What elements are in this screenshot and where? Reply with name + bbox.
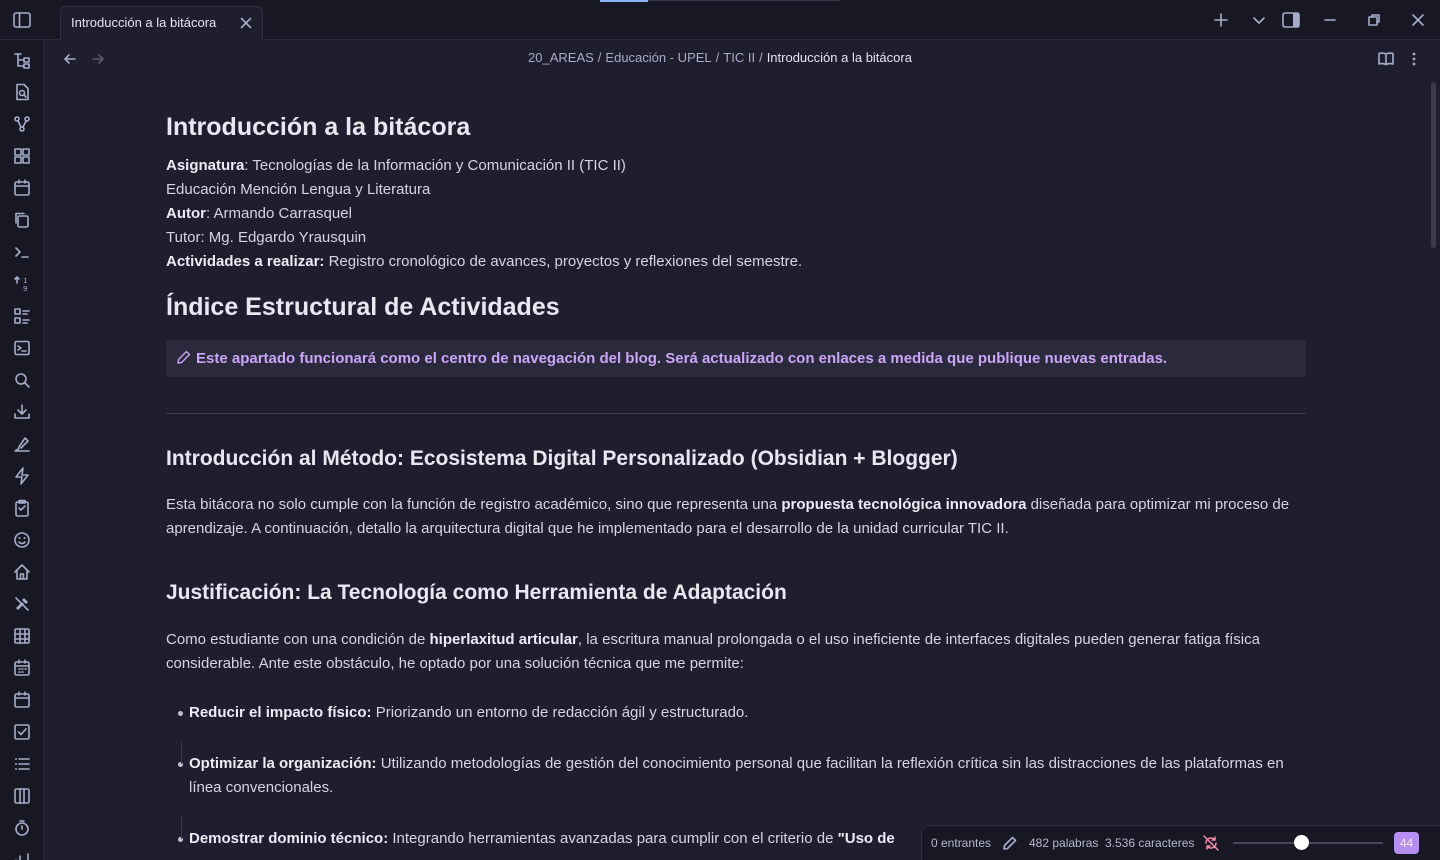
reading-view-icon[interactable] bbox=[1376, 49, 1396, 69]
forward-arrow-icon[interactable] bbox=[88, 49, 108, 69]
note-metadata: Asignatura: Tecnologías de la Informació… bbox=[166, 154, 1306, 274]
files-icon[interactable] bbox=[12, 50, 32, 70]
sidebar-toggle-icon[interactable] bbox=[12, 10, 32, 30]
list-guide bbox=[181, 742, 182, 764]
minimize-icon[interactable] bbox=[1320, 10, 1340, 30]
close-icon[interactable] bbox=[238, 15, 254, 31]
right-sidebar-toggle-icon[interactable] bbox=[1281, 10, 1301, 30]
console-icon[interactable] bbox=[12, 338, 32, 358]
scrollbar[interactable] bbox=[1431, 82, 1436, 248]
calendar-grid-icon[interactable] bbox=[12, 658, 32, 678]
checkbox-icon[interactable] bbox=[12, 722, 32, 742]
calendar-icon[interactable] bbox=[12, 178, 32, 198]
method-heading: Introducción al Método: Ecosistema Digit… bbox=[166, 447, 958, 470]
char-count: 3.536 caracteres bbox=[1105, 836, 1195, 850]
justification-heading: Justificación: La Tecnología como Herram… bbox=[166, 581, 787, 604]
edit-pencil-icon[interactable] bbox=[1002, 835, 1018, 851]
tab-title: Introducción a la bitácora bbox=[71, 15, 217, 30]
index-heading: Índice Estructural de Actividades bbox=[166, 293, 560, 321]
clipboard-icon[interactable] bbox=[12, 498, 32, 518]
callout: Este apartado funcionará como el centro … bbox=[166, 340, 1306, 377]
tools-icon[interactable] bbox=[12, 594, 32, 614]
brush-icon[interactable] bbox=[12, 434, 32, 454]
list-item: Reducir el impacto físico: Priorizando u… bbox=[166, 701, 1306, 725]
timer-icon[interactable] bbox=[12, 818, 32, 838]
grid-icon[interactable] bbox=[12, 146, 32, 166]
zoom-value-badge: 44 bbox=[1394, 832, 1419, 854]
divider bbox=[166, 413, 1306, 414]
breadcrumb-separator: / bbox=[597, 50, 602, 65]
lightning-icon[interactable] bbox=[12, 466, 32, 486]
breadcrumb-separator: / bbox=[715, 50, 720, 65]
zoom-slider-handle[interactable] bbox=[1293, 835, 1309, 850]
breadcrumb-current[interactable]: Introducción a la bitácora bbox=[767, 50, 912, 65]
indicator-track bbox=[648, 0, 840, 1]
meta-line: Autor: Armando Carrasquel bbox=[166, 205, 352, 222]
note-content: Introducción a la bitácora Asignatura: T… bbox=[166, 108, 1306, 851]
search-icon[interactable] bbox=[12, 370, 32, 390]
callout-text: Este apartado funcionará como el centro … bbox=[196, 350, 1168, 367]
bullet-dot bbox=[178, 711, 183, 716]
list-item: Optimizar la organización: Utilizando me… bbox=[166, 752, 1306, 800]
pencil-icon bbox=[176, 349, 192, 365]
restore-icon[interactable] bbox=[1364, 10, 1384, 30]
meta-line: Actividades a realizar: Registro cronoló… bbox=[166, 253, 803, 270]
sort-icon[interactable]: 19 bbox=[12, 274, 32, 294]
svg-text:1: 1 bbox=[23, 277, 27, 285]
meta-line: Tutor: Mg. Edgardo Yrausquin bbox=[166, 229, 367, 246]
note-title: Introducción a la bitácora bbox=[166, 113, 471, 141]
breadcrumb-item[interactable]: 20_AREAS bbox=[528, 50, 594, 65]
word-count: 482 palabras bbox=[1029, 836, 1099, 850]
download-icon[interactable] bbox=[12, 402, 32, 422]
active-indicator bbox=[600, 0, 648, 2]
smile-icon[interactable] bbox=[12, 530, 32, 550]
left-ribbon: 19 bbox=[0, 40, 44, 860]
graph-icon[interactable] bbox=[12, 114, 32, 134]
sync-off-icon[interactable] bbox=[1202, 834, 1220, 852]
table-icon[interactable] bbox=[12, 626, 32, 646]
svg-text:9: 9 bbox=[23, 285, 27, 293]
meta-line: Asignatura: Tecnologías de la Informació… bbox=[166, 157, 626, 174]
tab-active[interactable]: Introducción a la bitácora bbox=[60, 6, 263, 40]
breadcrumb: 20_AREAS / Educación - UPEL / TIC II / Introdu… bbox=[0, 50, 1440, 65]
backlinks-count[interactable]: 0 entrantes bbox=[931, 836, 991, 850]
more-options-icon[interactable] bbox=[1404, 49, 1424, 69]
breadcrumb-separator: / bbox=[759, 50, 763, 65]
list-guide bbox=[181, 817, 182, 839]
columns-icon[interactable] bbox=[12, 786, 32, 806]
list-ordered-icon[interactable] bbox=[12, 754, 32, 774]
search-file-icon[interactable] bbox=[12, 82, 32, 102]
method-paragraph: Esta bitácora no solo cumple con la func… bbox=[166, 496, 1290, 537]
chevron-down-icon[interactable] bbox=[1249, 10, 1269, 30]
breadcrumb-item[interactable]: Educación - UPEL bbox=[605, 50, 711, 65]
copy-icon[interactable] bbox=[12, 210, 32, 230]
home-icon[interactable] bbox=[12, 562, 32, 582]
back-arrow-icon[interactable] bbox=[60, 49, 80, 69]
justification-paragraph: Como estudiante con una condición de hip… bbox=[166, 631, 1260, 672]
title-bar: Introducción a la bitácora bbox=[0, 0, 1440, 40]
new-tab-icon[interactable] bbox=[1211, 10, 1231, 30]
status-bar: 0 entrantes 482 palabras 3.536 caractere… bbox=[921, 825, 1440, 860]
chart-icon[interactable] bbox=[12, 850, 32, 860]
breadcrumb-item[interactable]: TIC II bbox=[723, 50, 755, 65]
list-icon[interactable] bbox=[12, 306, 32, 326]
terminal-icon[interactable] bbox=[12, 242, 32, 262]
window-close-icon[interactable] bbox=[1408, 10, 1428, 30]
meta-line: Educación Mención Lengua y Literatura bbox=[166, 181, 431, 198]
calendar-day-icon[interactable] bbox=[12, 690, 32, 710]
